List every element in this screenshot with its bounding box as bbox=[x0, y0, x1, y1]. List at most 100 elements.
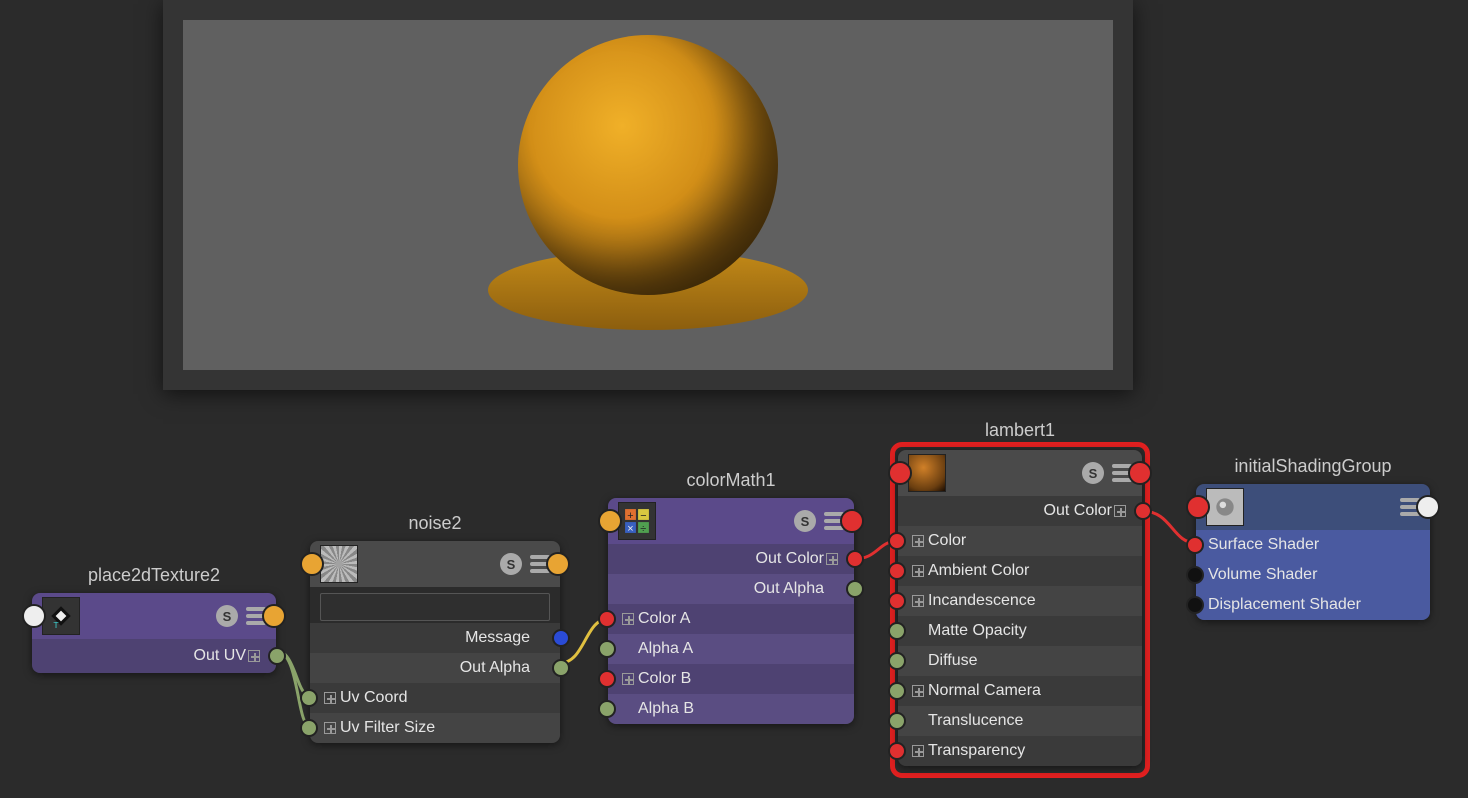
port-diffuse[interactable] bbox=[888, 652, 906, 670]
svg-text:−: − bbox=[640, 510, 646, 522]
port-alpha-a[interactable] bbox=[598, 640, 616, 658]
preview-sphere-geo bbox=[518, 35, 778, 295]
port-out-color[interactable] bbox=[1134, 502, 1152, 520]
port-input-main[interactable] bbox=[300, 552, 324, 576]
node-title: noise2 bbox=[310, 513, 560, 534]
port-out-color[interactable] bbox=[846, 550, 864, 568]
port-input-main[interactable] bbox=[888, 461, 912, 485]
attr-incandescence[interactable]: Incandescence bbox=[898, 586, 1142, 616]
material-preview-panel bbox=[163, 0, 1133, 390]
expand-icon[interactable] bbox=[912, 595, 924, 607]
port-uv-coord[interactable] bbox=[300, 689, 318, 707]
port-output-main[interactable] bbox=[546, 552, 570, 576]
port-matte-opacity[interactable] bbox=[888, 622, 906, 640]
port-input-main[interactable] bbox=[22, 604, 46, 628]
attr-color[interactable]: Color bbox=[898, 526, 1142, 556]
port-translucence[interactable] bbox=[888, 712, 906, 730]
node-noise2[interactable]: noise2 S Message Out Alpha Uv Coord Uv F… bbox=[310, 541, 560, 743]
attr-out-color[interactable]: Out Color bbox=[608, 544, 854, 574]
node-lambert1[interactable]: lambert1 S Out Color Color Ambient Color… bbox=[898, 450, 1142, 766]
attr-matte-opacity[interactable]: Matte Opacity bbox=[898, 616, 1142, 646]
node-title: place2dTexture2 bbox=[32, 565, 276, 586]
expand-icon[interactable] bbox=[912, 565, 924, 577]
solo-icon[interactable]: S bbox=[500, 553, 522, 575]
attr-alpha-a[interactable]: Alpha A bbox=[608, 634, 854, 664]
port-out-alpha[interactable] bbox=[552, 659, 570, 677]
port-ambient-color[interactable] bbox=[888, 562, 906, 580]
attr-uv-coord[interactable]: Uv Coord bbox=[310, 683, 560, 713]
svg-text:×: × bbox=[627, 523, 633, 534]
node-header[interactable] bbox=[1196, 484, 1430, 530]
attr-message[interactable]: Message bbox=[310, 623, 560, 653]
attr-ambient-color[interactable]: Ambient Color bbox=[898, 556, 1142, 586]
expand-icon[interactable] bbox=[1114, 505, 1126, 517]
attr-volume-shader[interactable]: Volume Shader bbox=[1196, 560, 1430, 590]
attr-displacement-shader[interactable]: Displacement Shader bbox=[1196, 590, 1430, 620]
port-volume-shader[interactable] bbox=[1186, 566, 1204, 584]
port-output-main[interactable] bbox=[840, 509, 864, 533]
svg-text:T: T bbox=[53, 620, 59, 629]
attr-translucence[interactable]: Translucence bbox=[898, 706, 1142, 736]
port-color-b[interactable] bbox=[598, 670, 616, 688]
attr-out-uv[interactable]: Out UV bbox=[32, 639, 276, 673]
svg-text:+: + bbox=[627, 510, 633, 522]
attr-diffuse[interactable]: Diffuse bbox=[898, 646, 1142, 676]
port-surface-shader[interactable] bbox=[1186, 536, 1204, 554]
attr-alpha-b[interactable]: Alpha B bbox=[608, 694, 854, 724]
expand-icon[interactable] bbox=[912, 685, 924, 697]
expand-icon[interactable] bbox=[912, 745, 924, 757]
port-message[interactable] bbox=[552, 629, 570, 647]
node-type-icon: T bbox=[42, 597, 80, 635]
attr-transparency[interactable]: Transparency bbox=[898, 736, 1142, 766]
node-header[interactable]: S bbox=[310, 541, 560, 587]
svg-text:÷: ÷ bbox=[640, 523, 646, 534]
port-alpha-b[interactable] bbox=[598, 700, 616, 718]
port-color-a[interactable] bbox=[598, 610, 616, 628]
solo-icon[interactable]: S bbox=[794, 510, 816, 532]
port-transparency[interactable] bbox=[888, 742, 906, 760]
attr-normal-camera[interactable]: Normal Camera bbox=[898, 676, 1142, 706]
node-header[interactable]: + − × ÷ S bbox=[608, 498, 854, 544]
port-output-main[interactable] bbox=[262, 604, 286, 628]
port-out-alpha[interactable] bbox=[846, 580, 864, 598]
node-header[interactable]: T S bbox=[32, 593, 276, 639]
expand-icon[interactable] bbox=[622, 673, 634, 685]
expand-icon[interactable] bbox=[248, 650, 260, 662]
port-input-main[interactable] bbox=[1186, 495, 1210, 519]
node-header[interactable]: S bbox=[898, 450, 1142, 496]
port-input-main[interactable] bbox=[598, 509, 622, 533]
expand-icon[interactable] bbox=[912, 535, 924, 547]
port-color[interactable] bbox=[888, 532, 906, 550]
expand-icon[interactable] bbox=[622, 613, 634, 625]
port-uv-filter-size[interactable] bbox=[300, 719, 318, 737]
attr-out-color[interactable]: Out Color bbox=[898, 496, 1142, 526]
node-type-icon: + − × ÷ bbox=[618, 502, 656, 540]
node-title: initialShadingGroup bbox=[1196, 456, 1430, 477]
expand-icon[interactable] bbox=[324, 722, 336, 734]
node-title: colorMath1 bbox=[608, 470, 854, 491]
material-preview-viewport[interactable] bbox=[183, 20, 1113, 370]
node-colorMath1[interactable]: colorMath1 + − × ÷ S Out Color Out Alpha bbox=[608, 498, 854, 724]
solo-icon[interactable]: S bbox=[216, 605, 238, 627]
port-output-main[interactable] bbox=[1128, 461, 1152, 485]
solo-icon[interactable]: S bbox=[1082, 462, 1104, 484]
attr-uv-filter-size[interactable]: Uv Filter Size bbox=[310, 713, 560, 743]
attr-surface-shader[interactable]: Surface Shader bbox=[1196, 530, 1430, 560]
attr-color-a[interactable]: Color A bbox=[608, 604, 854, 634]
port-normal-camera[interactable] bbox=[888, 682, 906, 700]
attr-out-alpha[interactable]: Out Alpha bbox=[608, 574, 854, 604]
port-displacement-shader[interactable] bbox=[1186, 596, 1204, 614]
node-place2dTexture2[interactable]: place2dTexture2 T S Out UV bbox=[32, 593, 276, 673]
node-swatch-noise bbox=[320, 545, 358, 583]
attr-color-b[interactable]: Color B bbox=[608, 664, 854, 694]
port-output-main[interactable] bbox=[1416, 495, 1440, 519]
expand-icon[interactable] bbox=[324, 692, 336, 704]
node-type-icon bbox=[1206, 488, 1244, 526]
node-swatch-lambert bbox=[908, 454, 946, 492]
attr-out-alpha[interactable]: Out Alpha bbox=[310, 653, 560, 683]
port-out-uv[interactable] bbox=[268, 647, 286, 665]
node-initialShadingGroup[interactable]: initialShadingGroup Surface Shader Volum… bbox=[1196, 484, 1430, 620]
filter-input[interactable] bbox=[320, 593, 550, 621]
expand-icon[interactable] bbox=[826, 553, 838, 565]
port-incandescence[interactable] bbox=[888, 592, 906, 610]
